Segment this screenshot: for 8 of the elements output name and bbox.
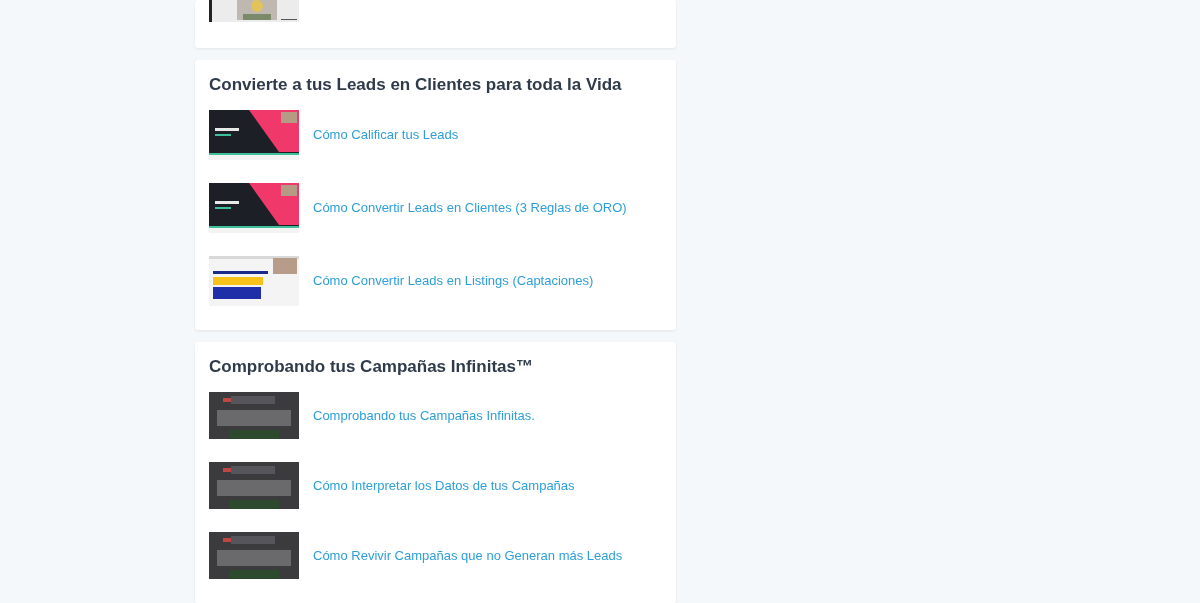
- lesson-link[interactable]: Cómo Convertir Leads en Listings (Captaciones): [313, 271, 594, 291]
- lesson-link[interactable]: Cómo Interpretar los Datos de tus Campañas: [313, 475, 575, 496]
- lesson-link[interactable]: Cómo Convertir Leads en Clientes (3 Reglas de ORO): [313, 198, 627, 218]
- lesson-link[interactable]: Cómo Revivir Campañas que no Generan más Leads: [313, 545, 623, 566]
- lesson-link[interactable]: Cómo Calificar tus Leads: [313, 125, 459, 145]
- section-title: Comprobando tus Campañas Infinitas™: [209, 356, 534, 378]
- lesson-link[interactable]: Comprobando tus Campañas Infinitas.: [313, 405, 535, 426]
- section-title: Convierte a tus Leads en Clientes para toda la Vida: [209, 74, 623, 96]
